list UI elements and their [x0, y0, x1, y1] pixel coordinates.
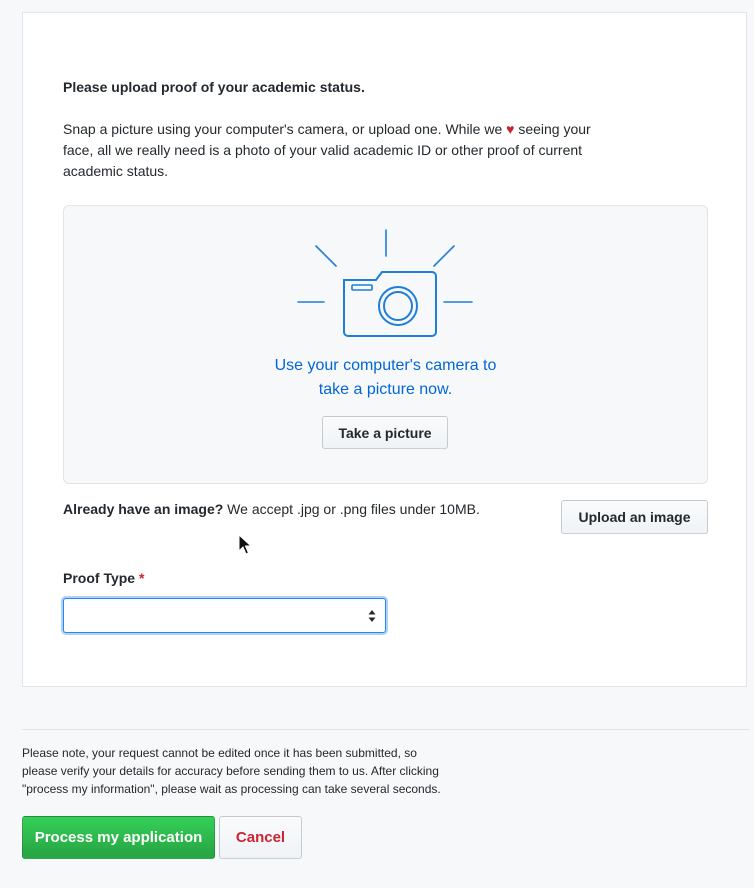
- camera-caption-line1: Use your computer's camera to: [274, 357, 497, 374]
- submission-note: Please note, your request cannot be edit…: [22, 746, 441, 796]
- process-application-button[interactable]: Process my application: [22, 816, 215, 859]
- upload-hint: Already have an image? We accept .jpg or…: [63, 501, 480, 517]
- cancel-button[interactable]: Cancel: [219, 816, 302, 859]
- upload-hint-bold: Already have an image?: [63, 501, 224, 517]
- upload-heading: Please upload proof of your academic sta…: [63, 79, 365, 95]
- required-marker: *: [138, 570, 145, 586]
- upload-intro: Snap a picture using your computer's cam…: [63, 119, 623, 182]
- upload-card: Please upload proof of your academic sta…: [22, 12, 747, 687]
- upload-hint-text: We accept .jpg or .png files under 10MB.: [223, 501, 480, 517]
- camera-capture-area[interactable]: Use your computer's camera to take a pic…: [63, 205, 708, 484]
- mouse-cursor: [238, 534, 252, 555]
- select-arrows-icon: [368, 610, 376, 622]
- proof-type-label: Proof Type *: [63, 570, 144, 586]
- footer-divider: [22, 729, 749, 730]
- proof-type-label-text: Proof Type: [63, 570, 136, 586]
- intro-text-start: Snap a picture using your computer's cam…: [63, 121, 503, 137]
- camera-caption: Use your computer's camera to take a pic…: [64, 354, 707, 402]
- camera-icon: [297, 229, 473, 337]
- take-picture-button[interactable]: Take a picture: [322, 416, 448, 449]
- upload-image-button[interactable]: Upload an image: [561, 500, 708, 534]
- proof-type-select[interactable]: [63, 598, 386, 633]
- camera-caption-line2: take a picture now.: [318, 381, 453, 398]
